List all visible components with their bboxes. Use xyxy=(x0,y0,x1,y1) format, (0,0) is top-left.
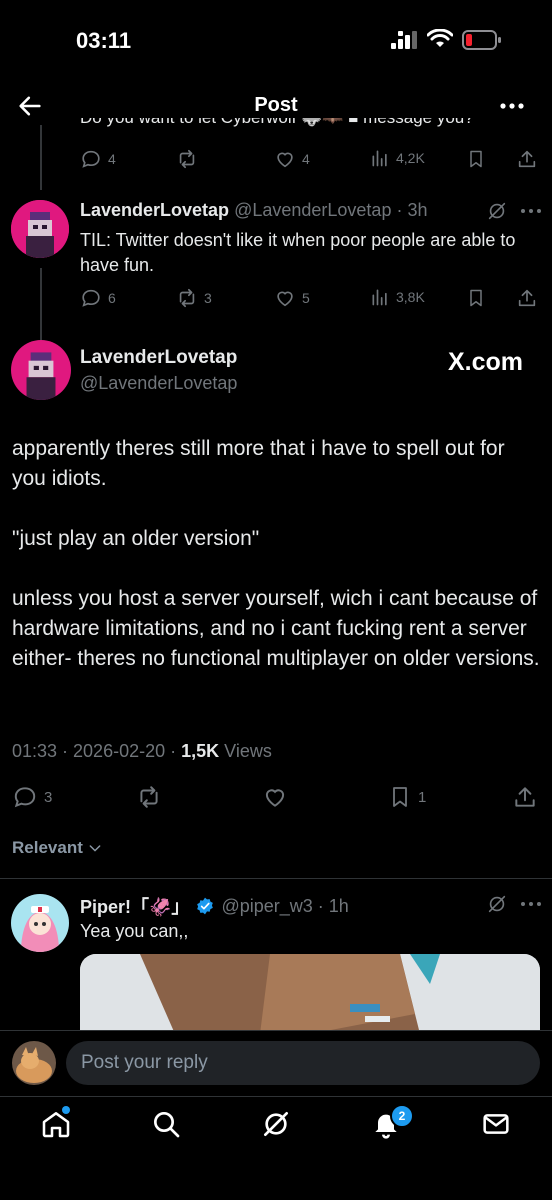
repost-icon xyxy=(179,288,195,308)
tweet-timestamp: 01:33 · 2026-02-20 · 1,5K Views xyxy=(12,741,272,761)
share-icon xyxy=(515,787,535,807)
wifi-icon xyxy=(427,29,453,49)
prev-like-button[interactable]: 4 xyxy=(274,148,310,170)
avatar[interactable] xyxy=(11,340,71,400)
views-button[interactable]: 3,8K xyxy=(370,287,425,307)
grok-icon xyxy=(488,895,506,913)
prev-share-button[interactable] xyxy=(516,148,538,170)
main-repost-button[interactable] xyxy=(136,784,168,810)
reply-tweet-header: LavenderLovetap @LavenderLovetap · 3h xyxy=(80,200,428,220)
share-button[interactable] xyxy=(516,287,538,309)
status-bar: 03:11 xyxy=(0,0,552,80)
handle[interactable]: @LavenderLovetap xyxy=(80,373,237,394)
grok-button[interactable] xyxy=(486,200,508,222)
tweet-paragraph: apparently theres still more that i have… xyxy=(12,437,505,490)
repost-button[interactable]: 3 xyxy=(176,287,212,309)
prev-reply-button[interactable]: 4 xyxy=(80,148,116,170)
tweet-time: 3h xyxy=(407,200,428,220)
main-reply-button[interactable]: 3 xyxy=(12,784,52,810)
more-horizontal-icon xyxy=(521,209,541,213)
reply-tweet-text: TIL: Twitter doesn't like it when poor p… xyxy=(80,230,516,275)
home-unread-dot xyxy=(62,1106,70,1114)
notifications-badge: 2 xyxy=(390,1104,414,1128)
tweet-paragraph: unless you host a server yourself, wich … xyxy=(12,587,540,670)
tweet-time: 1h xyxy=(328,895,349,916)
reply-icon xyxy=(14,787,36,808)
reply-button[interactable]: 6 xyxy=(80,287,116,309)
display-name[interactable]: Piper!「🦑」 xyxy=(80,893,189,919)
bookmark-icon xyxy=(393,787,407,807)
prev-views-button[interactable]: 4,2K xyxy=(370,148,425,168)
avatar[interactable] xyxy=(12,1041,56,1085)
display-name[interactable]: LavenderLovetap xyxy=(80,347,237,369)
prev-tweet-clipped-text: Do you want to let Cyberwolf 🐺🦇 ■ messag… xyxy=(80,118,520,134)
more-options-button[interactable] xyxy=(498,96,526,116)
verified-badge-icon xyxy=(197,897,214,915)
grok-button[interactable] xyxy=(486,893,508,915)
tab-messages[interactable] xyxy=(480,1108,512,1140)
views-chart-icon xyxy=(372,150,387,167)
tweet-more-button[interactable] xyxy=(520,204,542,218)
display-name[interactable]: LavenderLovetap xyxy=(80,200,229,220)
grok-icon xyxy=(488,202,506,220)
reply-icon xyxy=(82,289,100,307)
prev-repost-button[interactable] xyxy=(176,148,204,170)
heart-icon xyxy=(277,152,293,168)
search-icon xyxy=(154,1112,180,1138)
avatar[interactable] xyxy=(11,894,69,952)
tab-notifications[interactable]: 2 xyxy=(370,1104,414,1140)
main-bookmark-button[interactable]: 1 xyxy=(388,784,426,810)
heart-icon xyxy=(277,291,293,307)
handle[interactable]: @piper_w3 xyxy=(221,896,312,916)
more-horizontal-icon xyxy=(521,902,541,906)
bookmark-icon xyxy=(470,150,482,168)
share-icon xyxy=(518,150,536,168)
signal-icon xyxy=(391,31,419,49)
bookmark-button[interactable] xyxy=(466,287,486,309)
bookmark-icon xyxy=(470,289,482,307)
tab-home[interactable] xyxy=(40,1106,72,1140)
thread-line xyxy=(40,268,42,340)
avatar[interactable] xyxy=(11,200,69,258)
main-tweet-body: apparently theres still more that i have… xyxy=(12,434,540,674)
main-like-button[interactable] xyxy=(262,784,294,810)
media-image[interactable] xyxy=(80,954,540,1034)
like-button[interactable]: 5 xyxy=(274,287,310,309)
tweet-more-button[interactable] xyxy=(520,897,542,911)
reply2-text: Yea you can,, xyxy=(80,921,189,941)
reply-icon xyxy=(82,150,100,168)
views-chart-icon xyxy=(372,289,387,306)
repost-icon xyxy=(140,786,158,808)
divider xyxy=(0,878,552,879)
brand-watermark: X.com xyxy=(448,348,524,376)
tweet-paragraph: "just play an older version" xyxy=(12,527,260,550)
views-count: 1,5K xyxy=(181,741,220,761)
chevron-down-icon xyxy=(89,845,101,852)
reply2-header: Piper!「🦑」 @piper_w3 · 1h xyxy=(80,893,349,919)
share-icon xyxy=(518,289,536,307)
status-time: 03:11 xyxy=(76,28,132,53)
thread-line xyxy=(40,125,42,190)
tab-grok[interactable] xyxy=(260,1108,292,1140)
battery-icon xyxy=(462,30,502,50)
mail-icon xyxy=(483,1114,509,1134)
main-share-button[interactable] xyxy=(512,784,538,810)
repost-icon xyxy=(179,149,195,169)
handle[interactable]: @LavenderLovetap xyxy=(234,200,391,220)
sort-dropdown[interactable]: Relevant xyxy=(12,838,103,858)
tab-search[interactable] xyxy=(150,1108,182,1140)
grok-icon xyxy=(264,1112,288,1136)
heart-icon xyxy=(265,789,285,807)
reply-input[interactable]: Post your reply xyxy=(66,1041,540,1085)
page-title: Post xyxy=(254,94,298,116)
more-horizontal-icon xyxy=(500,103,524,109)
prev-bookmark-button[interactable] xyxy=(466,148,486,170)
